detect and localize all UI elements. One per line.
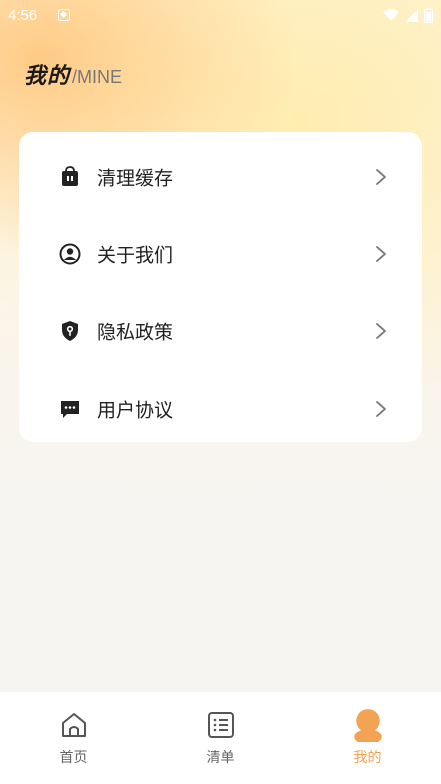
tab-list[interactable]: 清单: [147, 692, 294, 784]
status-bar: 4:56: [0, 0, 441, 32]
notification-icon: [58, 9, 70, 21]
home-icon: [61, 713, 86, 737]
chevron-right-icon: [376, 169, 386, 185]
menu-item-clear-cache[interactable]: 清理缓存: [19, 139, 422, 215]
battery-icon: [424, 8, 433, 23]
bottom-tab-bar: 首页 清单 我的: [0, 692, 441, 784]
user-circle-icon: [59, 243, 81, 265]
trash-bag-icon: [62, 166, 78, 186]
status-icons: [383, 8, 433, 23]
status-time: 4:56: [8, 7, 38, 24]
menu-item-label: 用户协议: [97, 399, 174, 422]
chevron-right-icon: [376, 246, 386, 262]
list-icon: [207, 712, 234, 738]
chat-bubble-icon: [61, 401, 79, 418]
page-title-cn: 我的: [24, 64, 71, 89]
menu-item-about-us[interactable]: 关于我们: [19, 216, 422, 292]
tab-label: 我的: [353, 750, 382, 766]
menu-item-user-agreement[interactable]: 用户协议: [19, 371, 422, 447]
chevron-right-icon: [376, 401, 386, 417]
chevron-right-icon: [376, 323, 386, 339]
signal-icon: [405, 9, 418, 22]
page-title-en: /MINE: [72, 67, 123, 87]
shield-key-icon: [62, 321, 78, 341]
tab-label: 首页: [59, 750, 88, 766]
tab-label: 清单: [206, 750, 235, 766]
menu-item-privacy-policy[interactable]: 隐私政策: [19, 293, 422, 369]
menu-item-label: 清理缓存: [97, 167, 174, 190]
person-icon: [353, 709, 382, 742]
menu-item-label: 关于我们: [97, 244, 174, 267]
menu-card: 清理缓存 关于我们 隐私政策 用户协议: [19, 132, 422, 442]
tab-home[interactable]: 首页: [0, 692, 147, 784]
wifi-icon: [383, 9, 399, 21]
menu-item-label: 隐私政策: [97, 321, 174, 344]
page-title: 我的 /MINE: [24, 58, 122, 90]
tab-mine[interactable]: 我的: [294, 692, 441, 784]
